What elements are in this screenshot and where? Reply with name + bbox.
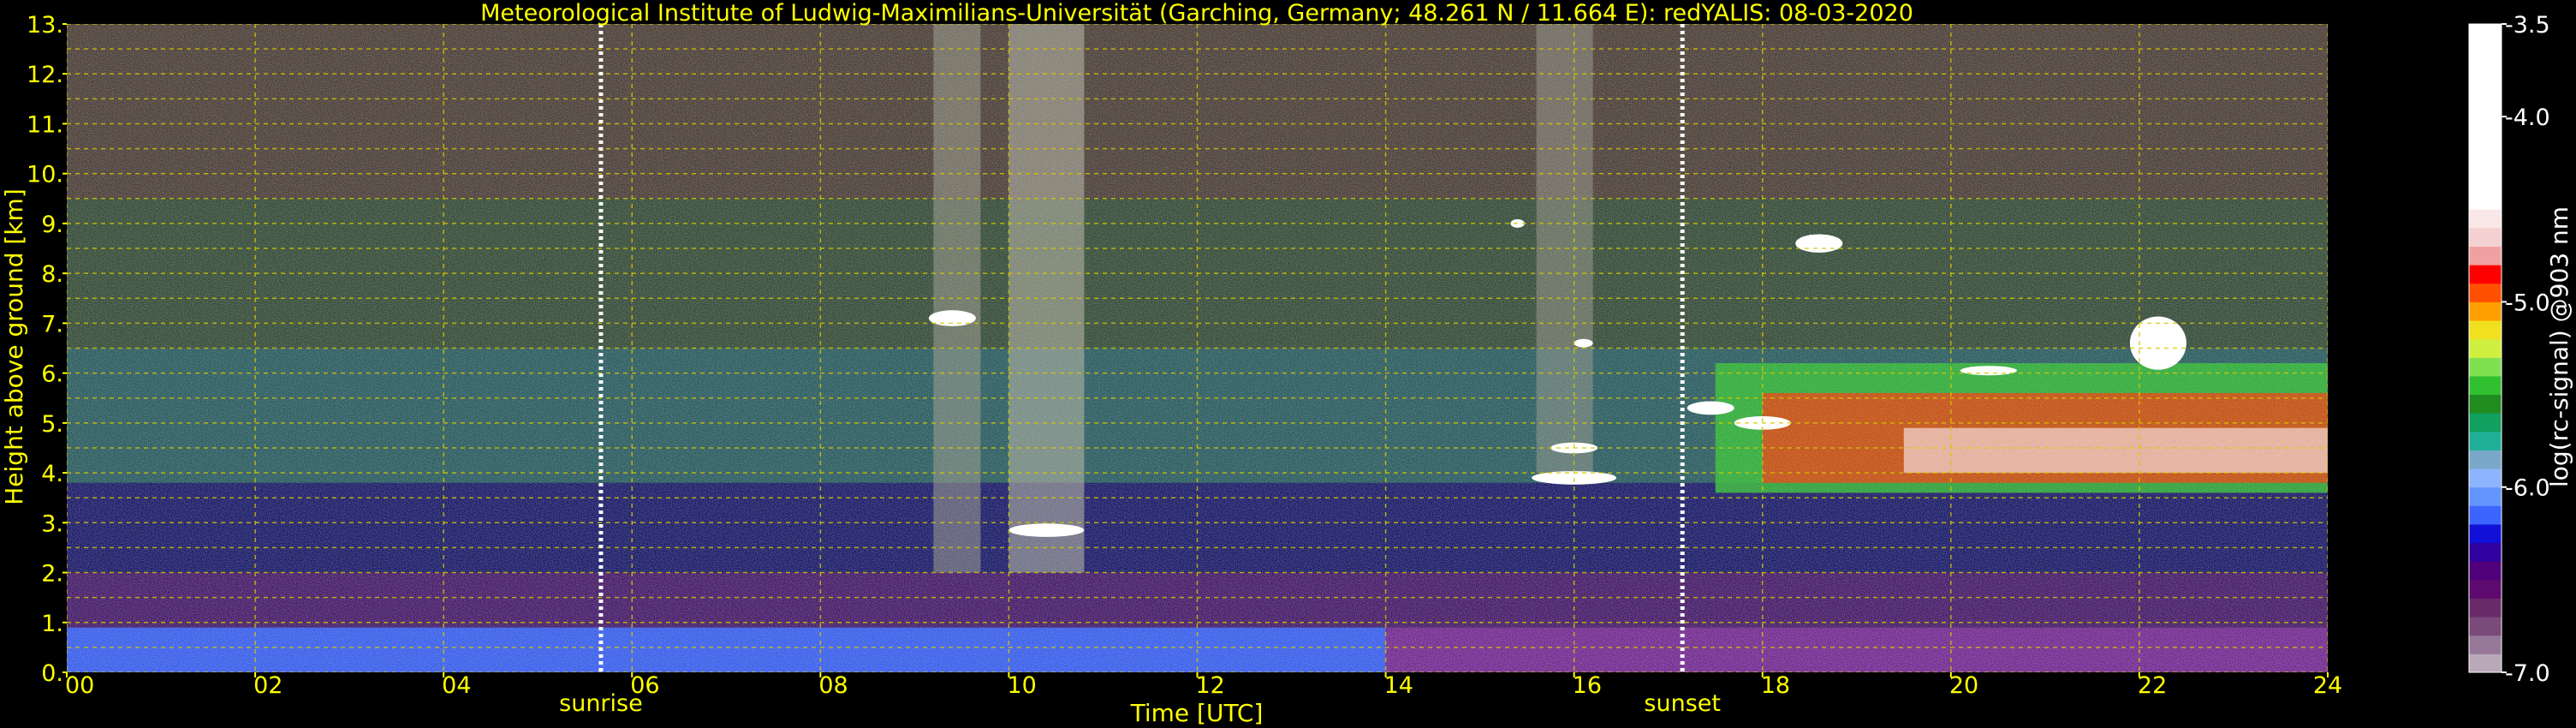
colorbar-segment	[2469, 394, 2502, 414]
cloud-b	[1008, 523, 1085, 537]
colorbar-segment	[2469, 357, 2502, 377]
y-tick-label: 4.	[41, 461, 63, 487]
y-tick-label: 5.	[41, 411, 63, 438]
cloud-e	[1687, 401, 1734, 415]
y-tick-label: 10.	[27, 162, 63, 188]
y-tick-label: 13.	[27, 12, 63, 39]
cloud-i	[1960, 366, 2017, 376]
colorbar-segment	[2469, 468, 2502, 488]
colorbar-segment	[2469, 579, 2502, 599]
y-tick-label: 8.	[41, 261, 63, 288]
x-axis-label: Time [UTC]	[1130, 699, 1264, 727]
colorbar-segment	[2469, 265, 2502, 284]
cloud-g	[1574, 338, 1593, 348]
colorbar-tick-label: -6.0	[2505, 475, 2550, 502]
y-tick-label: 2.	[41, 561, 63, 588]
x-tick-label: 24	[2313, 672, 2342, 699]
colorbar-segment	[2469, 209, 2502, 229]
colorbar-tick-label: -7.0	[2505, 660, 2550, 687]
y-axis-label: Height above ground [km]	[0, 188, 28, 505]
x-tick-label: 08	[818, 672, 848, 699]
colorbar-segment	[2469, 486, 2502, 506]
colorbar	[2468, 23, 2502, 673]
colorbar-tick-label: -3.5	[2505, 12, 2550, 39]
y-tick-label: 0.	[41, 660, 63, 687]
colorbar-tick-label: -5.0	[2505, 289, 2550, 316]
colorbar-segment	[2469, 246, 2502, 266]
x-axis-ticks: 00 02 04 06 08 10 12 14 16 18 20 22 24	[65, 672, 2342, 699]
colorbar-tick-label: -4.0	[2505, 104, 2550, 131]
y-tick-label: 6.	[41, 361, 63, 388]
x-tick-label: 10	[1007, 672, 1036, 699]
x-tick-label: 02	[253, 672, 283, 699]
cloud-j	[1795, 234, 1843, 253]
chart-title: Meteorological Institute of Ludwig-Maxim…	[480, 0, 1913, 27]
y-axis-ticks: 0. 1. 2. 3. 4. 5. 6. 7. 8. 9. 10. 11. 12. 13.	[27, 12, 67, 687]
cloud-k	[2129, 316, 2186, 370]
plot-area	[67, 24, 2328, 672]
colorbar-segment	[2469, 413, 2502, 433]
x-tick-label: 20	[1949, 672, 1978, 699]
colorbar-segment	[2469, 283, 2502, 302]
y-tick-label: 9.	[41, 212, 63, 238]
colorbar-segment	[2469, 561, 2502, 581]
colorbar-segment	[2469, 617, 2502, 636]
colorbar-segment	[2469, 635, 2502, 654]
colorbar-segment	[2469, 375, 2502, 396]
colorbar-segment	[2469, 598, 2502, 618]
x-tick-label: 00	[65, 672, 94, 699]
colorbar-segment	[2469, 320, 2502, 340]
y-tick-label: 3.	[41, 510, 63, 537]
y-tick-label: 7.	[41, 311, 63, 337]
x-tick-label: 18	[1761, 672, 1790, 699]
colorbar-segment	[2469, 431, 2502, 451]
colorbar-segment	[2469, 450, 2502, 469]
colorbar-segment	[2469, 542, 2502, 562]
y-tick-label: 12.	[27, 62, 63, 88]
y-tick-label: 1.	[41, 611, 63, 637]
x-tick-label: 22	[2138, 672, 2167, 699]
colorbar-segment	[2469, 523, 2502, 544]
colorbar-segment	[2469, 301, 2502, 321]
x-tick-label: 04	[442, 672, 471, 699]
colorbar-segment	[2469, 24, 2502, 210]
sunset-label: sunset	[1644, 690, 1721, 717]
x-tick-label: 14	[1384, 672, 1413, 699]
lidar-quicklook: 00 02 04 06 08 10 12 14 16 18 20 22 24 0. 1. 2. 3. 4. 5. 6…	[0, 0, 2576, 728]
colorbar-segment	[2469, 338, 2502, 358]
y-tick-label: 11.	[27, 111, 63, 138]
x-tick-label: 16	[1573, 672, 1602, 699]
colorbar-segment	[2469, 653, 2502, 673]
sunrise-label: sunrise	[559, 690, 643, 717]
x-tick-label: 12	[1196, 672, 1225, 699]
colorbar-segment	[2469, 505, 2502, 525]
lidar-chart: 00 02 04 06 08 10 12 14 16 18 20 22 24 0.1.2.3.4.5.6…	[0, 0, 2573, 727]
colorbar-label: log(rc-signal) @903 nm	[2545, 206, 2573, 487]
colorbar-ticks: -3.5 -4.0 -5.0 -6.0 -7.0	[2502, 12, 2550, 687]
colorbar-segment	[2469, 227, 2502, 248]
